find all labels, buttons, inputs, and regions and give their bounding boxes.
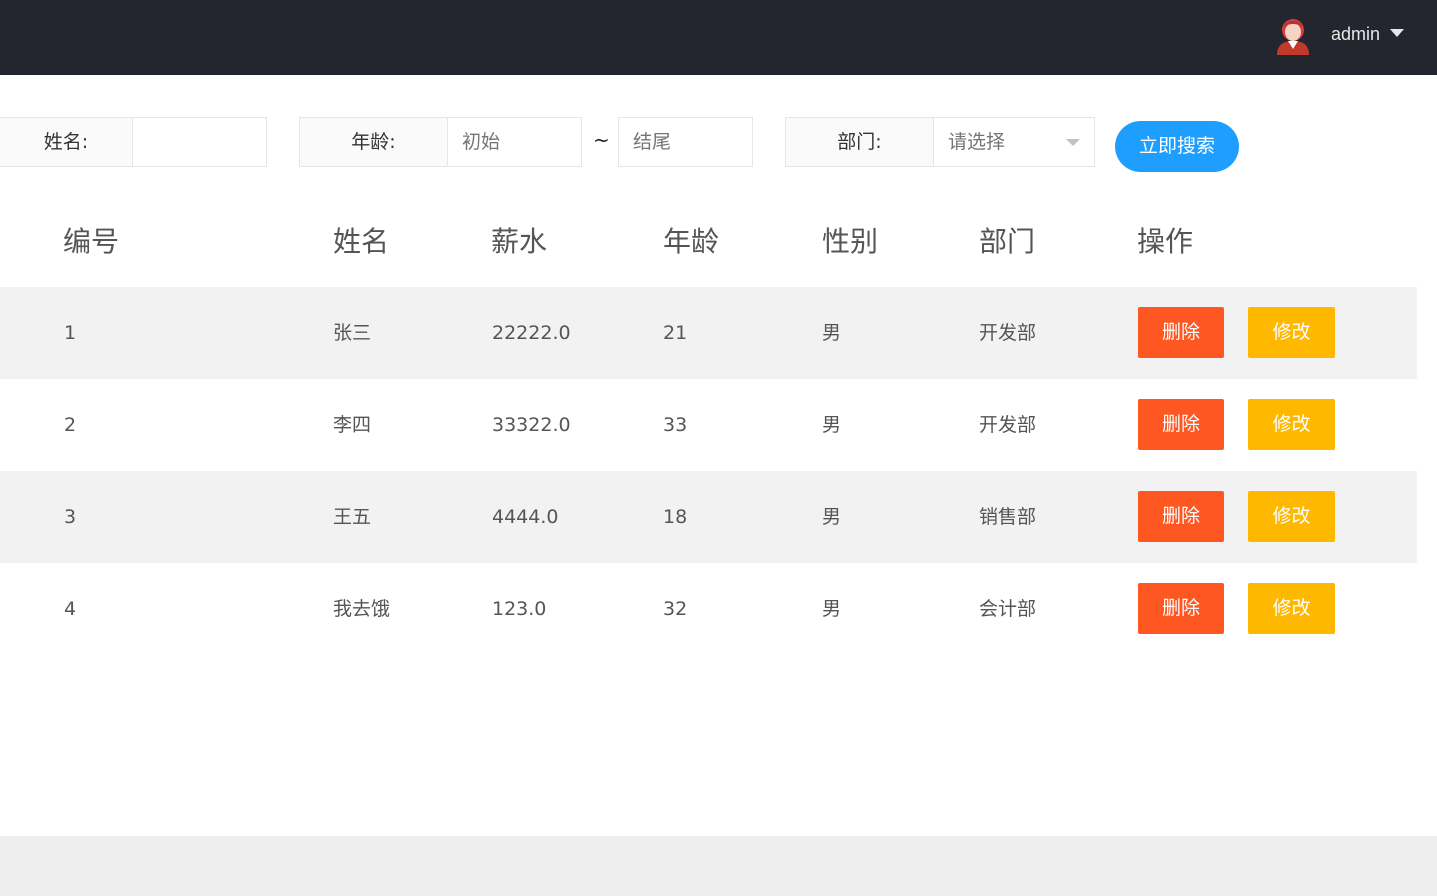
header-name: 姓名 <box>333 225 390 258</box>
cell-salary: 22222.0 <box>492 322 571 344</box>
cell-gender: 男 <box>822 414 842 436</box>
cell-dept: 销售部 <box>979 506 1037 528</box>
cell-name: 我去饿 <box>333 598 391 620</box>
dept-label: 部门: <box>785 117 934 167</box>
header-age: 年龄 <box>663 225 720 258</box>
search-button[interactable]: 立即搜索 <box>1115 121 1239 172</box>
user-name[interactable]: admin <box>1331 22 1380 46</box>
cell-gender: 男 <box>822 506 842 528</box>
header-dept: 部门 <box>979 225 1036 258</box>
cell-age: 18 <box>663 506 688 528</box>
cell-dept: 开发部 <box>979 414 1037 436</box>
cell-age: 21 <box>663 322 688 344</box>
delete-button[interactable]: 删除 <box>1138 399 1224 450</box>
header-id: 编号 <box>63 225 120 258</box>
header-gender: 性别 <box>822 225 879 258</box>
cell-dept: 开发部 <box>979 322 1037 344</box>
age-range-separator: ~ <box>593 128 610 152</box>
user-avatar-icon[interactable] <box>1273 13 1313 55</box>
name-label: 姓名: <box>0 117 133 167</box>
top-navbar: admin <box>0 0 1437 75</box>
cell-salary: 4444.0 <box>492 506 559 528</box>
edit-button[interactable]: 修改 <box>1248 491 1335 542</box>
cell-id: 2 <box>64 414 77 436</box>
cell-salary: 33322.0 <box>492 414 571 436</box>
chevron-down-icon[interactable] <box>1066 139 1080 146</box>
table-row: 4 我去饿 123.0 32 男 会计部 删除 修改 <box>0 563 1417 655</box>
cell-name: 张三 <box>333 322 372 344</box>
cell-gender: 男 <box>822 322 842 344</box>
cell-id: 4 <box>64 598 77 620</box>
age-end-input[interactable]: 结尾 <box>618 117 753 167</box>
delete-button[interactable]: 删除 <box>1138 491 1224 542</box>
header-actions: 操作 <box>1137 225 1194 258</box>
edit-button[interactable]: 修改 <box>1248 307 1335 358</box>
table-row: 1 张三 22222.0 21 男 开发部 删除 修改 <box>0 287 1417 379</box>
age-label: 年龄: <box>299 117 448 167</box>
caret-down-icon[interactable] <box>1390 29 1404 37</box>
cell-id: 3 <box>64 506 77 528</box>
cell-salary: 123.0 <box>492 598 547 620</box>
cell-gender: 男 <box>822 598 842 620</box>
age-start-input[interactable]: 初始 <box>448 117 582 167</box>
edit-button[interactable]: 修改 <box>1248 399 1335 450</box>
name-input[interactable] <box>133 117 267 167</box>
table-row: 2 李四 33322.0 33 男 开发部 删除 修改 <box>0 379 1417 471</box>
table-row: 3 王五 4444.0 18 男 销售部 删除 修改 <box>0 471 1417 563</box>
cell-dept: 会计部 <box>979 598 1037 620</box>
cell-id: 1 <box>64 322 77 344</box>
cell-name: 李四 <box>333 414 372 436</box>
footer <box>0 836 1437 896</box>
cell-age: 32 <box>663 598 688 620</box>
header-salary: 薪水 <box>491 225 548 258</box>
edit-button[interactable]: 修改 <box>1248 583 1335 634</box>
delete-button[interactable]: 删除 <box>1138 307 1224 358</box>
delete-button[interactable]: 删除 <box>1138 583 1224 634</box>
cell-name: 王五 <box>333 506 372 528</box>
cell-age: 33 <box>663 414 688 436</box>
